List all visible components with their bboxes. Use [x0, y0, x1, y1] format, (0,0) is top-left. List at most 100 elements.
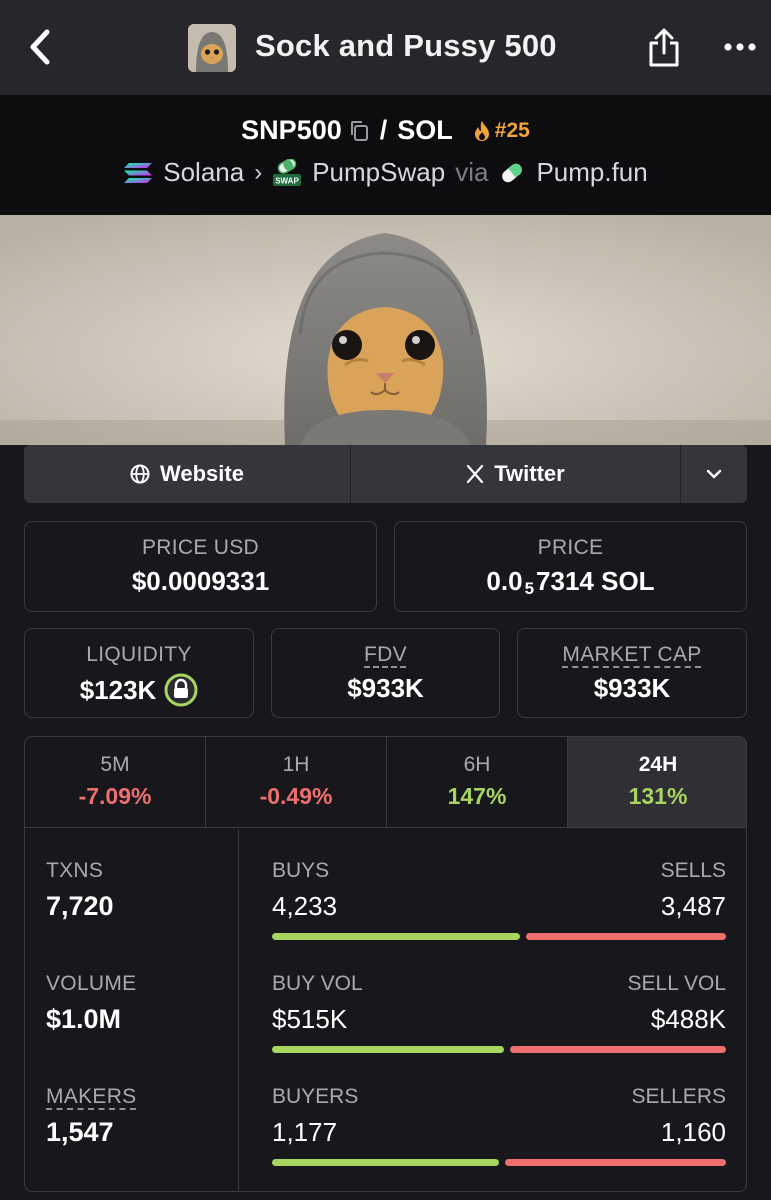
pill-icon [502, 163, 523, 182]
more-options-button[interactable] [716, 30, 764, 64]
tab-change: -0.49% [259, 783, 333, 809]
pumpswap-icon: SWAP [273, 158, 302, 186]
tab-label: 6H [463, 753, 491, 776]
more-links-button[interactable] [681, 445, 747, 503]
fdv-box: FDV $933K [271, 628, 500, 718]
flame-icon [474, 120, 489, 141]
tab-1h[interactable]: 1H -0.49% [206, 737, 387, 827]
buys-label: BUYS [272, 859, 330, 882]
buy-vol-value: $515K [272, 1004, 348, 1034]
rank-label: #25 [494, 118, 530, 142]
buys-sells-bar [272, 933, 726, 940]
buys-bar-segment [272, 933, 520, 940]
buys-value: 4,233 [272, 891, 338, 921]
fdv-value: $933K [347, 673, 424, 703]
launchpad-link[interactable]: Pump.fun [536, 157, 647, 188]
tab-change: 147% [447, 783, 507, 809]
volume-stat: VOLUME $1.0M [46, 972, 137, 1035]
price-native-suffix: 7314 SOL [536, 566, 655, 596]
liquidity-value: $123K [79, 674, 157, 705]
buy-sell-volume-bar [272, 1046, 726, 1053]
twitter-label: Twitter [494, 461, 565, 486]
sellers-bar-segment [505, 1159, 726, 1166]
sell-vol-label: SELL VOL [627, 972, 726, 995]
pair-separator: / [379, 115, 388, 145]
market-cap-box: MARKET CAP $933K [517, 628, 747, 718]
price-usd-label: PRICE USD [141, 536, 260, 559]
txns-stat: TXNS 7,720 [46, 859, 114, 922]
tab-5m[interactable]: 5M -7.09% [25, 737, 206, 827]
token-banner-image [0, 215, 771, 445]
pair-header: SNP500 / SOL #25 Solana › SWAP PumpSwap … [0, 95, 771, 215]
price-usd-box: PRICE USD $0.0009331 [24, 521, 377, 612]
tab-24h[interactable]: 24H 131% [568, 737, 746, 827]
share-icon [649, 28, 679, 67]
back-button[interactable] [18, 22, 62, 72]
globe-icon [130, 464, 150, 484]
market-cap-label[interactable]: MARKET CAP [518, 643, 746, 667]
timeframe-tabs: 5M -7.09% 1H -0.49% 6H 147% 24H 131% [25, 737, 746, 828]
more-dots-icon [724, 43, 756, 51]
chain-breadcrumb: Solana › SWAP PumpSwap via Pump.fun [0, 157, 771, 188]
via-label: via [455, 157, 489, 187]
tab-change: -7.09% [78, 783, 152, 809]
volume-label: VOLUME [46, 972, 137, 995]
token-avatar [188, 24, 236, 72]
volume-value: $1.0M [46, 1004, 122, 1034]
makers-stat: MAKERS 1,547 [46, 1085, 137, 1148]
lock-icon[interactable] [164, 673, 198, 707]
tab-label: 5M [100, 753, 130, 776]
base-symbol: SNP500 [241, 115, 342, 145]
website-label: Website [160, 461, 244, 486]
tab-change: 131% [628, 783, 688, 809]
buyers-label: BUYERS [272, 1085, 359, 1108]
price-native-prefix: 0.0 [486, 566, 523, 596]
tab-label: 1H [282, 753, 310, 776]
tab-6h[interactable]: 6H 147% [387, 737, 568, 827]
twitter-button[interactable]: Twitter [351, 445, 681, 503]
buyers-sellers-row: BUYERS SELLERS 1,177 1,160 [272, 1085, 726, 1166]
share-button[interactable] [640, 22, 688, 74]
dex-link[interactable]: PumpSwap [312, 157, 445, 188]
buys-sells-row: BUYS SELLS 4,233 3,487 [272, 859, 726, 940]
tab-label: 24H [638, 753, 678, 776]
chevron-down-icon [706, 469, 722, 479]
chain-link[interactable]: Solana [163, 157, 244, 188]
market-cap-value: $933K [593, 673, 671, 703]
copy-icon[interactable] [348, 119, 370, 143]
token-title: Sock and Pussy 500 [255, 28, 557, 63]
txns-value: 7,720 [46, 891, 114, 921]
makers-value: 1,547 [46, 1117, 114, 1147]
activity-summary: TXNS 7,720 VOLUME $1.0M MAKERS 1,547 [25, 829, 239, 1191]
sellers-value: 1,160 [660, 1117, 726, 1147]
price-native-label: PRICE [537, 536, 604, 559]
fdv-label[interactable]: FDV [272, 643, 499, 667]
buy-sell-volume-row: BUY VOL SELL VOL $515K $488K [272, 972, 726, 1053]
sell-vol-value: $488K [650, 1004, 726, 1034]
sellers-label: SELLERS [631, 1085, 726, 1108]
liquidity-label: LIQUIDITY [86, 643, 192, 666]
buyers-sellers-bar [272, 1159, 726, 1166]
trending-rank[interactable]: #25 [473, 119, 530, 143]
sell-vol-bar-segment [510, 1046, 726, 1053]
x-logo-icon [467, 465, 484, 483]
quote-symbol: SOL [397, 115, 453, 145]
social-links-bar: Website Twitter [24, 445, 747, 503]
website-button[interactable]: Website [24, 445, 351, 503]
buyers-value: 1,177 [272, 1117, 338, 1147]
buyers-bar-segment [272, 1159, 499, 1166]
sells-label: SELLS [660, 859, 726, 882]
buy-vol-bar-segment [272, 1046, 504, 1053]
makers-label[interactable]: MAKERS [46, 1085, 137, 1109]
dex-badge-label: SWAP [275, 176, 299, 185]
solana-icon [124, 162, 153, 183]
liquidity-box: LIQUIDITY $123K [24, 628, 254, 718]
sells-bar-segment [526, 933, 726, 940]
pair-line: SNP500 / SOL #25 [0, 115, 771, 146]
sells-value: 3,487 [660, 891, 726, 921]
timeframe-panel: 5M -7.09% 1H -0.49% 6H 147% 24H 131% TXN… [24, 736, 747, 1192]
buy-vol-label: BUY VOL [272, 972, 363, 995]
price-native-box: PRICE 0.0 5 7314 SOL [394, 521, 747, 612]
txns-label: TXNS [46, 859, 104, 882]
top-nav-bar: Sock and Pussy 500 [0, 0, 771, 95]
